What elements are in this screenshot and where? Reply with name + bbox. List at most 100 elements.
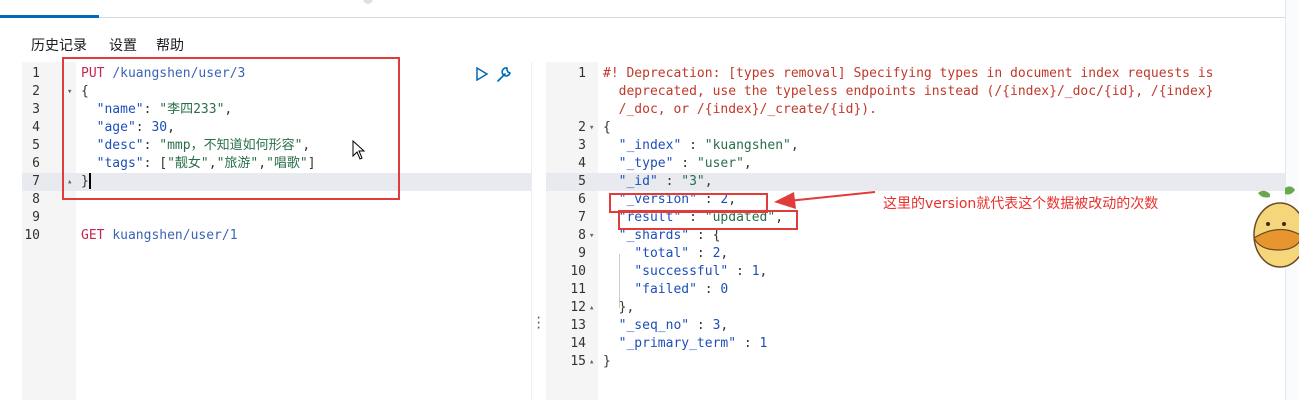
code-token: :: [689, 318, 713, 333]
code-token: "total": [634, 246, 690, 261]
code-token: GET: [81, 228, 105, 243]
fold-toggle-icon[interactable]: ▾: [589, 119, 594, 137]
code-line: deprecated, use the typeless endpoints i…: [603, 83, 1214, 101]
code-line: "_seq_no" : 3,: [603, 317, 729, 335]
code-token: ,: [790, 138, 799, 153]
code-line: },: [603, 299, 635, 317]
code-line: "successful" : 1,: [603, 263, 767, 281]
line-number: [546, 83, 586, 101]
pane-resizer[interactable]: [531, 62, 547, 400]
code-token: :: [736, 336, 760, 351]
code-token: "3": [681, 174, 705, 189]
line-number: 5: [32, 138, 40, 153]
line-number: 1: [578, 66, 586, 81]
code-line: "_type" : "user",: [603, 155, 752, 173]
code-token: #! Deprecation: [types removal] Specifyi…: [603, 66, 1214, 81]
code-token: ,: [743, 156, 752, 171]
fold-toggle-icon[interactable]: ▴: [589, 299, 594, 317]
code-token: }: [603, 354, 611, 369]
code-token: "successful": [634, 264, 729, 279]
fold-toggle-icon[interactable]: ▴: [589, 353, 594, 371]
code-token: :: [657, 174, 682, 189]
play-icon[interactable]: [476, 67, 488, 81]
line-number: 8: [578, 228, 586, 243]
line-number: 10: [24, 228, 40, 243]
line-number: 6: [578, 192, 586, 207]
code-token: "user": [696, 156, 744, 171]
code-token: :: [728, 264, 752, 279]
line-number: 12: [570, 300, 586, 315]
line-number: 7: [578, 210, 586, 225]
code-token: "_seq_no": [618, 318, 690, 333]
line-number: 14: [570, 336, 586, 351]
mouse-pointer-icon: [352, 140, 366, 160]
code-line: GET kuangshen/user/1: [81, 227, 238, 245]
line-number: 8: [32, 192, 40, 207]
line-number: 3: [32, 102, 40, 117]
console-menu: 历史记录 设置 帮助: [0, 18, 1285, 62]
resize-grip-icon[interactable]: · · ·: [535, 312, 542, 334]
line-number: 13: [570, 318, 586, 333]
code-line: {: [603, 119, 611, 137]
line-number: 3: [578, 138, 586, 153]
code-token: :: [673, 156, 697, 171]
line-number: 15: [570, 354, 586, 369]
line-number: [546, 101, 586, 119]
top-tab-bar: [0, 0, 1285, 18]
code-token: 1: [751, 264, 760, 279]
code-token: :: [681, 138, 705, 153]
code-line: /_doc, or /{index}/_create/{id}).: [603, 101, 877, 119]
line-number: 10: [570, 264, 586, 279]
code-token: :: [696, 282, 721, 297]
menu-help[interactable]: 帮助: [156, 35, 184, 55]
code-token: "failed": [634, 282, 697, 297]
code-line: "total" : 2,: [603, 245, 728, 263]
code-line: "failed" : 0: [603, 281, 728, 299]
code-line: "_id" : "3",: [603, 173, 713, 191]
line-number: 9: [32, 210, 40, 225]
code-token: "_type": [618, 156, 674, 171]
code-token: ,: [704, 174, 713, 189]
line-number: 4: [578, 156, 586, 171]
wrench-icon[interactable]: [496, 66, 514, 83]
code-token: "_index": [618, 138, 682, 153]
code-token: : {: [689, 228, 721, 243]
line-number: 5: [578, 174, 586, 189]
line-number: 1: [32, 66, 40, 81]
code-line: #! Deprecation: [types removal] Specifyi…: [603, 65, 1213, 83]
menu-settings[interactable]: 设置: [109, 35, 137, 55]
mascot-sticker-image: [1253, 186, 1299, 268]
line-number: 2: [32, 84, 40, 99]
fold-toggle-icon[interactable]: ▾: [589, 227, 594, 245]
line-number: 9: [578, 246, 586, 261]
line-number: 11: [570, 282, 586, 297]
line-number: 7: [32, 174, 40, 189]
code-token: deprecated, use the typeless endpoints i…: [603, 84, 1214, 99]
tab-overflow-indicator: [363, 0, 373, 4]
code-line: "_primary_term" : 1: [603, 335, 768, 353]
code-token: "_primary_term": [618, 336, 737, 351]
code-token: 0: [720, 282, 729, 297]
line-number: 4: [32, 120, 40, 135]
code-token: "_id": [618, 174, 658, 189]
code-token: },: [603, 300, 635, 315]
menu-history[interactable]: 历史记录: [31, 35, 87, 55]
code-token: :: [689, 246, 713, 261]
highlight-box-request: [62, 57, 400, 200]
code-token: "kuangshen": [704, 138, 791, 153]
code-token: ,: [720, 318, 729, 333]
code-token: {: [603, 120, 611, 135]
line-number: 2: [578, 120, 586, 135]
annotation-text: 这里的version就代表这个数据被改动的次数: [883, 196, 1159, 212]
code-token: "_shards": [618, 228, 690, 243]
code-token: 1: [759, 336, 768, 351]
code-line: "_index" : "kuangshen",: [603, 137, 799, 155]
code-token: ,: [720, 246, 729, 261]
